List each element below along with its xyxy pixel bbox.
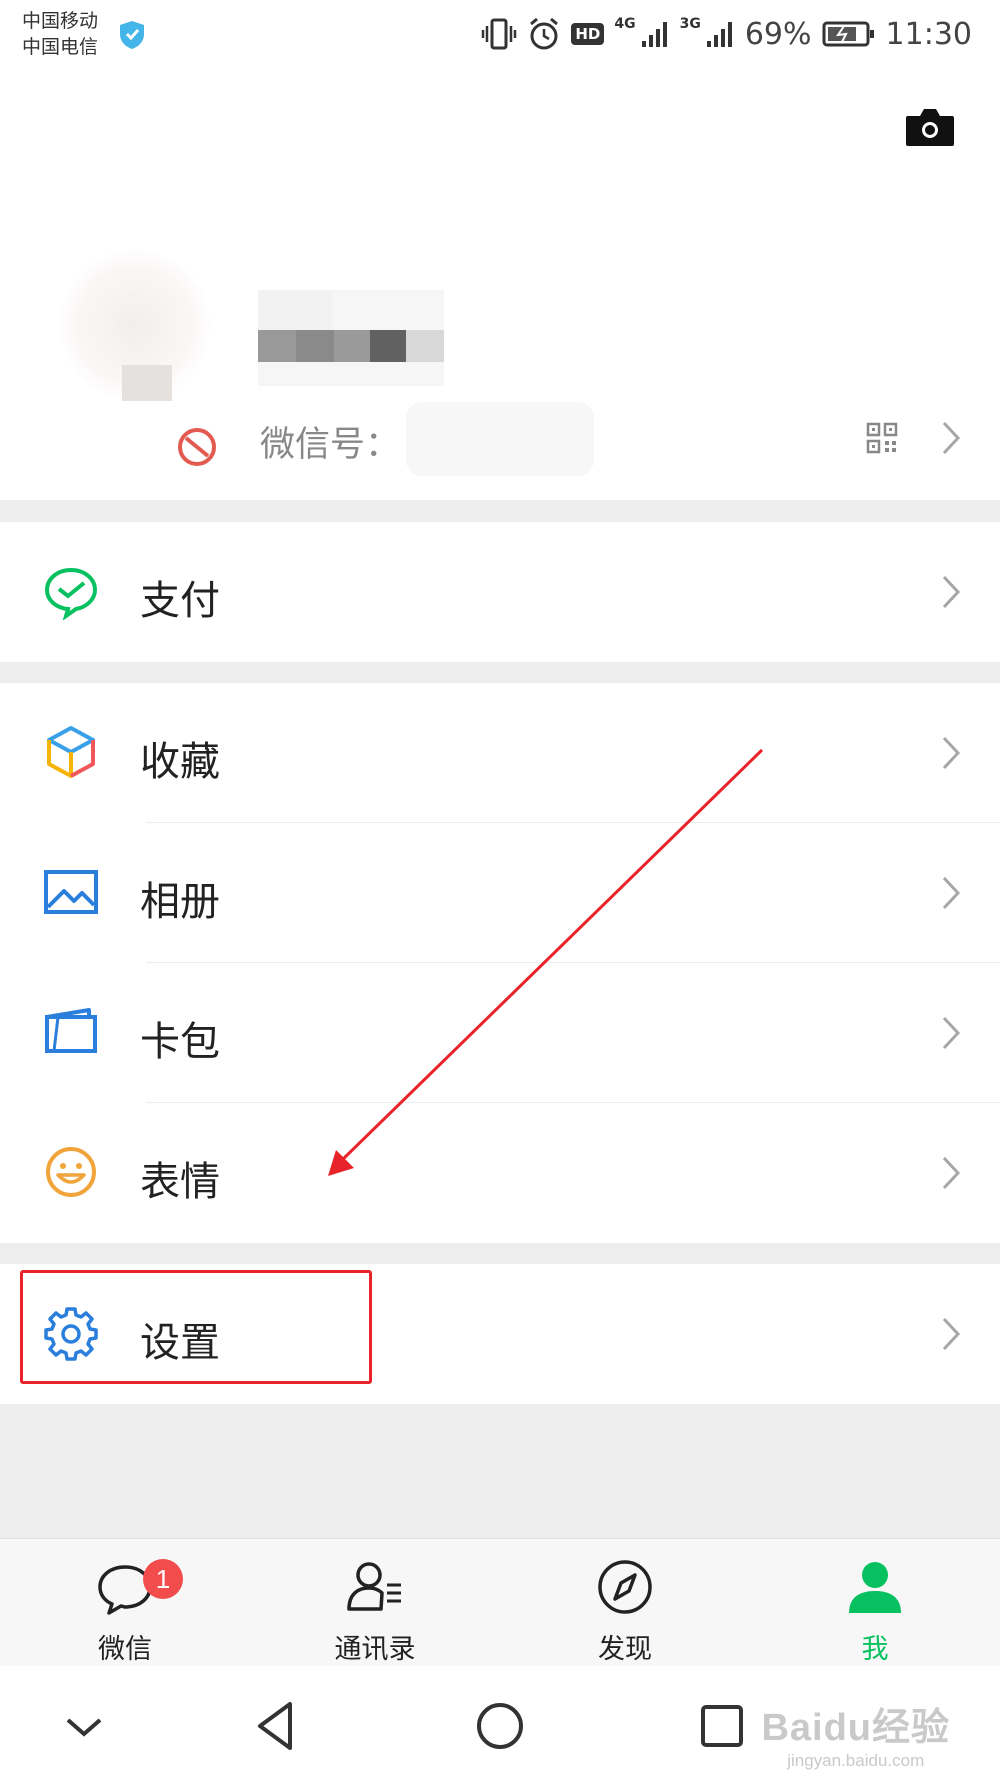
tab-chats[interactable]: 1 微信	[0, 1539, 250, 1667]
watermark: Baidu经验 jingyan.baidu.com	[761, 1696, 950, 1771]
menu-group-settings: 设置	[0, 1264, 1000, 1404]
carrier-2: 中国电信	[22, 36, 99, 58]
alarm-icon	[530, 17, 559, 50]
chevron-right-icon	[942, 1016, 961, 1050]
qr-code-icon[interactable]	[866, 422, 898, 454]
profile-header[interactable]: 微信号：	[0, 70, 1000, 500]
carrier-labels: 中国移动 中国电信	[22, 8, 98, 60]
menu-item-pay[interactable]: 支付	[0, 522, 1000, 662]
card-wallet-icon	[45, 1008, 97, 1053]
menu-item-cards[interactable]: 卡包	[0, 963, 1000, 1103]
chevron-right-icon	[942, 876, 961, 910]
wechat-pay-icon	[44, 567, 98, 620]
chevron-right-icon	[942, 575, 961, 609]
person-icon	[849, 1562, 901, 1613]
blocked-icon	[178, 428, 216, 466]
chevron-down-icon[interactable]	[54, 1696, 114, 1756]
system-nav-bar: Baidu经验 jingyan.baidu.com	[0, 1666, 1000, 1778]
home-icon[interactable]	[470, 1696, 530, 1756]
back-icon[interactable]	[248, 1696, 308, 1756]
menu-item-settings-label: 设置	[140, 1320, 220, 1366]
gear-icon	[44, 1307, 98, 1361]
wechat-id-mosaic	[406, 402, 594, 476]
clock: 11:30	[885, 16, 972, 52]
wechat-id-label: 微信号：	[260, 425, 401, 465]
avatar[interactable]	[60, 250, 210, 401]
tab-discover[interactable]: 发现	[500, 1539, 750, 1667]
menu-group-pay: 支付	[0, 522, 1000, 662]
chevron-right-icon	[942, 1156, 961, 1190]
tab-me-label: 我	[861, 1634, 889, 1665]
menu-group-main: 收藏 相册 卡包 表情	[0, 683, 1000, 1243]
tab-contacts[interactable]: 通讯录	[250, 1539, 500, 1667]
menu-item-pay-label: 支付	[140, 578, 220, 624]
status-icons: HD 4G 3G 69% 11:30	[481, 12, 972, 56]
menu-item-favorites[interactable]: 收藏	[0, 683, 1000, 823]
watermark-line-1: Baidu经验	[761, 1707, 950, 1749]
menu-item-album[interactable]: 相册	[0, 823, 1000, 963]
chevron-right-icon	[942, 421, 961, 455]
menu-item-stickers-label: 表情	[140, 1159, 220, 1205]
carrier-1: 中国移动	[22, 10, 99, 32]
avatar-mosaic	[122, 365, 172, 401]
tab-contacts-label: 通讯录	[334, 1634, 416, 1665]
chevron-right-icon	[942, 1317, 961, 1351]
unread-badge: 1	[143, 1559, 183, 1599]
tab-discover-label: 发现	[598, 1634, 652, 1665]
recents-icon[interactable]	[692, 1696, 752, 1756]
tab-chats-label: 微信	[98, 1634, 152, 1665]
shield-icon	[120, 21, 144, 49]
signal-icon	[706, 22, 732, 47]
menu-item-favorites-label: 收藏	[140, 739, 220, 785]
menu-item-cards-label: 卡包	[140, 1019, 220, 1065]
status-bar: 中国移动 中国电信 HD 4G 3G 69% 11:30	[0, 0, 1000, 70]
watermark-line-2: jingyan.baidu.com	[787, 1751, 925, 1770]
chevron-right-icon	[942, 736, 961, 770]
cube-icon	[47, 726, 95, 778]
signal-icon	[641, 22, 667, 47]
menu-item-stickers[interactable]: 表情	[0, 1103, 1000, 1243]
battery-charging-icon	[822, 21, 874, 47]
network-1-label: 4G	[614, 16, 636, 32]
photo-icon	[44, 870, 98, 914]
contacts-icon	[347, 1562, 401, 1611]
network-2-label: 3G	[679, 16, 701, 32]
nickname-mosaic	[258, 290, 444, 386]
vibrate-icon	[482, 18, 517, 50]
menu-item-album-label: 相册	[140, 879, 220, 925]
menu-item-settings[interactable]: 设置	[0, 1264, 1000, 1404]
camera-icon[interactable]	[904, 106, 956, 148]
compass-icon	[598, 1560, 652, 1614]
battery-percent: 69%	[744, 16, 812, 52]
hd-badge: HD	[571, 23, 605, 45]
tab-me[interactable]: 我	[750, 1539, 1000, 1667]
smiley-icon	[46, 1147, 96, 1197]
tab-bar: 1 微信 通讯录 发现 我	[0, 1538, 1000, 1666]
